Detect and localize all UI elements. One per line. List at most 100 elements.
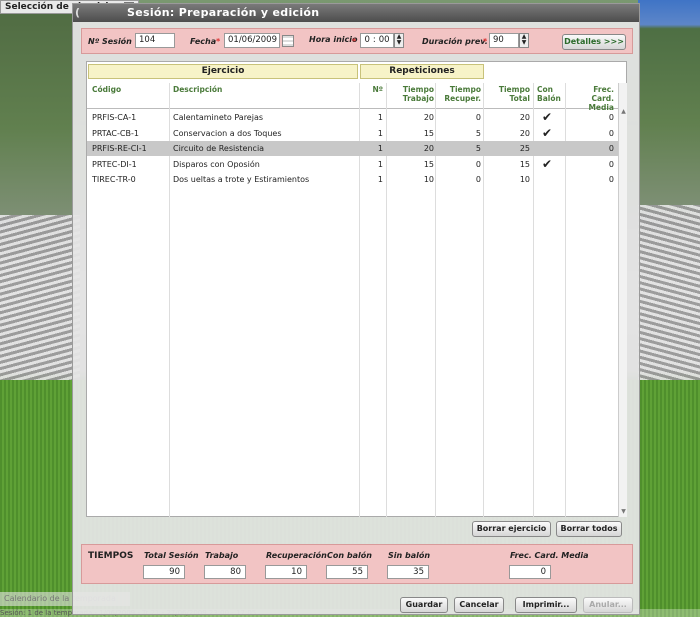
cell-n: 1 bbox=[377, 159, 383, 169]
group-header-ejercicio: Ejercicio bbox=[88, 64, 358, 79]
col-header-tiempo-recuper-line2: Recuper. bbox=[444, 94, 481, 103]
dialog-titlebar[interactable]: ( Sesión: Preparación y edición bbox=[73, 4, 639, 22]
spin-down-icon[interactable]: ▼ bbox=[520, 40, 528, 46]
col-header-frec-card[interactable]: Frec. Card. Media bbox=[569, 85, 614, 112]
scroll-down-icon[interactable]: ▼ bbox=[619, 508, 628, 517]
frec-card-label: Frec. Card. Media bbox=[510, 551, 589, 560]
hora-inicio-label: Hora inicio bbox=[309, 35, 358, 44]
hora-inicio-field[interactable]: 0 : 00 bbox=[360, 33, 394, 48]
borrar-ejercicio-button[interactable]: Borrar ejercicio bbox=[472, 521, 551, 537]
cell-tiempo-trabajo: 20 bbox=[423, 144, 434, 153]
cell-tiempo-total: 20 bbox=[519, 113, 530, 122]
spin-down-icon[interactable]: ▼ bbox=[395, 40, 403, 46]
cell-tiempo-recuper: 0 bbox=[475, 113, 481, 122]
table-row[interactable]: PRFIS-RE-CI-1 Circuito de Resistencia 1 20 5… bbox=[87, 141, 618, 156]
cell-tiempo-trabajo: 15 bbox=[423, 159, 434, 169]
guardar-button[interactable]: Guardar bbox=[400, 597, 448, 613]
col-header-tiempo-total-line2: Total bbox=[509, 94, 531, 103]
table-row[interactable]: PRFIS-CA-1 Calentamineto Parejas 1 20 0 20 ✔ 0 bbox=[87, 110, 618, 125]
exercise-grid: Ejercicio Repeticiones Código Descripció… bbox=[86, 61, 627, 517]
cell-tiempo-total: 10 bbox=[519, 175, 530, 184]
cell-codigo: TIREC-TR-0 bbox=[92, 175, 136, 184]
cell-tiempo-recuper: 0 bbox=[475, 159, 481, 169]
session-edit-dialog: ( Sesión: Preparación y edición Nº Sesió… bbox=[72, 3, 640, 615]
title-prefix: ( bbox=[75, 6, 81, 19]
duracion-field[interactable]: 90 bbox=[489, 33, 519, 48]
cell-n: 1 bbox=[377, 144, 383, 153]
con-balon-label: Con balón bbox=[327, 551, 372, 560]
col-header-tiempo-recuper[interactable]: Tiempo Recuper. bbox=[437, 85, 481, 103]
table-row[interactable]: PRTEC-DI-1 Disparos con Oposión 1 15 0 15 ✔ 0 bbox=[87, 157, 618, 172]
column-headers: Código Descripción Nº Tiempo Trabajo Tie… bbox=[87, 83, 618, 112]
col-header-descripcion[interactable]: Descripción bbox=[173, 85, 222, 94]
duracion-spinner[interactable]: ▲ ▼ bbox=[519, 33, 529, 48]
table-row[interactable]: TIREC-TR-0 Dos ueltas a trote y Estiramie… bbox=[87, 172, 618, 187]
col-header-con-balon[interactable]: Con Balón bbox=[537, 85, 565, 103]
imprimir-button[interactable]: Imprimir... bbox=[515, 597, 577, 613]
sin-balon-label: Sin balón bbox=[388, 551, 431, 560]
cell-codigo: PRTEC-DI-1 bbox=[92, 159, 137, 169]
detalles-button[interactable]: Detalles >>> bbox=[562, 34, 626, 50]
grid-vertical-scrollbar[interactable]: ▲ ▼ bbox=[618, 83, 627, 517]
duracion-label: Duración prev. bbox=[422, 37, 488, 46]
cell-frec-card: 0 bbox=[608, 175, 614, 184]
table-row[interactable]: PRTAC-CB-1 Conservacion a dos Toques 1 15 5 2… bbox=[87, 126, 618, 141]
recuperacion-label: Recuperación bbox=[266, 551, 327, 560]
total-sesion-label: Total Sesión bbox=[144, 551, 199, 560]
cell-codigo: PRTAC-CB-1 bbox=[92, 128, 139, 138]
calendar-icon[interactable] bbox=[282, 35, 294, 47]
fecha-field[interactable]: 01/06/2009 bbox=[224, 33, 280, 48]
col-header-con-balon-line2: Balón bbox=[537, 94, 561, 103]
cell-descripcion: Dos ueltas a trote y Estiramientos bbox=[173, 175, 310, 184]
n-sesion-label: Nº Sesión bbox=[88, 37, 132, 46]
background-trees-left bbox=[0, 0, 80, 215]
cell-tiempo-total: 15 bbox=[519, 159, 530, 169]
session-header-panel: Nº Sesión 104 Fecha * 01/06/2009 Hora in… bbox=[81, 28, 633, 54]
cell-tiempo-recuper: 0 bbox=[475, 175, 481, 184]
col-header-n[interactable]: Nº bbox=[363, 85, 383, 94]
n-sesion-field[interactable]: 104 bbox=[135, 33, 175, 48]
cell-codigo: PRFIS-CA-1 bbox=[92, 113, 137, 122]
cell-descripcion: Conservacion a dos Toques bbox=[173, 128, 282, 138]
fecha-required-mark: * bbox=[216, 37, 221, 46]
hora-spinner[interactable]: ▲ ▼ bbox=[394, 33, 404, 48]
group-header-repeticiones: Repeticiones bbox=[360, 64, 484, 79]
borrar-todos-button[interactable]: Borrar todos bbox=[556, 521, 622, 537]
checkmark-icon: ✔ bbox=[542, 110, 553, 124]
cell-descripcion: Calentamineto Parejas bbox=[173, 113, 264, 122]
cell-frec-card: 0 bbox=[608, 113, 614, 122]
hora-hours: 0 bbox=[364, 35, 370, 45]
scroll-up-icon[interactable]: ▲ bbox=[619, 108, 628, 117]
trabajo-value: 80 bbox=[204, 565, 246, 579]
col-header-tiempo-total[interactable]: Tiempo Total bbox=[485, 85, 530, 103]
tiempos-title: TIEMPOS bbox=[88, 551, 134, 561]
background-stands-right bbox=[638, 205, 700, 380]
anular-button: Anular... bbox=[583, 597, 633, 613]
con-balon-value: 55 bbox=[326, 565, 368, 579]
background-stands-left bbox=[0, 215, 80, 385]
cancelar-button[interactable]: Cancelar bbox=[454, 597, 504, 613]
cell-frec-card: 0 bbox=[608, 144, 614, 153]
frec-card-value: 0 bbox=[509, 565, 551, 579]
col-header-con-balon-line1: Con bbox=[537, 85, 553, 94]
cell-frec-card: 0 bbox=[608, 159, 614, 169]
total-sesion-value: 90 bbox=[143, 565, 185, 579]
cell-tiempo-trabajo: 20 bbox=[423, 113, 434, 122]
cell-n: 1 bbox=[377, 175, 383, 184]
background-trees-right bbox=[638, 0, 700, 205]
cell-tiempo-recuper: 5 bbox=[475, 128, 481, 138]
cell-n: 1 bbox=[377, 128, 383, 138]
sin-balon-value: 35 bbox=[387, 565, 429, 579]
cell-tiempo-trabajo: 10 bbox=[423, 175, 434, 184]
recuperacion-value: 10 bbox=[265, 565, 307, 579]
col-header-tiempo-trabajo[interactable]: Tiempo Trabajo bbox=[390, 85, 434, 103]
duracion-required-mark: * bbox=[483, 37, 488, 46]
col-header-frec-line1: Frec. Card. bbox=[591, 85, 614, 103]
cell-tiempo-trabajo: 15 bbox=[423, 128, 434, 138]
tiempos-panel: TIEMPOS Total Sesión 90 Trabajo 80 Recup… bbox=[81, 544, 633, 584]
cell-n: 1 bbox=[377, 113, 383, 122]
col-header-codigo[interactable]: Código bbox=[92, 85, 121, 94]
cell-descripcion: Disparos con Oposión bbox=[173, 159, 260, 169]
checkmark-icon: ✔ bbox=[542, 156, 553, 171]
col-header-tiempo-trabajo-line1: Tiempo bbox=[402, 85, 434, 94]
